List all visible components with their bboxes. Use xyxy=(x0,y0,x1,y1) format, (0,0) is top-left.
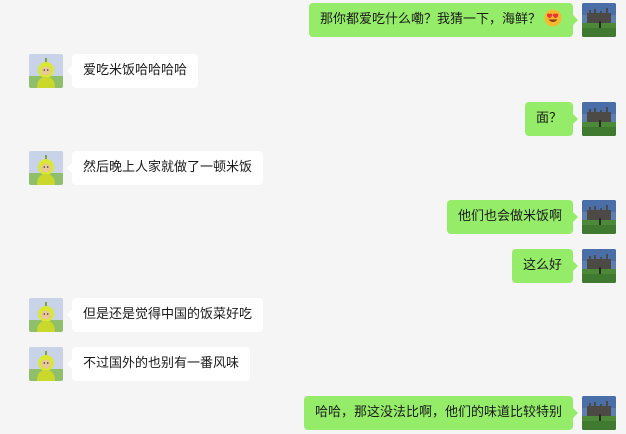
self-avatar[interactable] xyxy=(582,200,616,234)
message-text: 这么好 xyxy=(522,258,562,273)
message-row: 爱吃米饭哈哈哈哈 xyxy=(0,54,626,90)
message-row: 这么好 xyxy=(0,249,626,285)
message-bubble-self[interactable]: 他们也会做米饭啊 xyxy=(446,200,579,234)
contact-avatar[interactable] xyxy=(29,347,63,381)
message-text: 但是还是觉得中国的饭菜好吃 xyxy=(83,307,253,322)
message-row: 那你都爱吃什么嘞？我猜一下，海鲜？ xyxy=(0,3,626,39)
contact-avatar[interactable] xyxy=(29,151,63,185)
self-avatar[interactable] xyxy=(582,249,616,283)
message-row: 然后晚上人家就做了一顿米饭 xyxy=(0,151,626,187)
message-text: 哈哈，那这没法比啊，他们的味道比较特别 xyxy=(314,405,562,420)
message-text: 他们也会做米饭啊 xyxy=(457,209,562,224)
contact-avatar[interactable] xyxy=(29,54,63,88)
chat-message-area[interactable]: 那你都爱吃什么嘞？我猜一下，海鲜？ 爱吃米饭哈哈哈哈 面？ 然后晚上人家就做了一… xyxy=(0,0,626,434)
message-text: 爱吃米饭哈哈哈哈 xyxy=(83,63,188,78)
message-row: 不过国外的也别有一番风味 xyxy=(0,347,626,383)
message-row: 但是还是觉得中国的饭菜好吃 xyxy=(0,298,626,334)
message-bubble-self[interactable]: 哈哈，那这没法比啊，他们的味道比较特别 xyxy=(303,396,579,430)
message-bubble-other[interactable]: 不过国外的也别有一番风味 xyxy=(66,347,251,381)
message-bubble-other[interactable]: 爱吃米饭哈哈哈哈 xyxy=(66,54,199,88)
message-bubble-self[interactable]: 面？ xyxy=(524,102,579,136)
self-avatar[interactable] xyxy=(582,396,616,430)
message-bubble-other[interactable]: 然后晚上人家就做了一顿米饭 xyxy=(66,151,264,185)
contact-avatar[interactable] xyxy=(29,298,63,332)
message-row: 面？ xyxy=(0,102,626,138)
message-bubble-self[interactable]: 那你都爱吃什么嘞？我猜一下，海鲜？ xyxy=(308,3,579,37)
self-avatar[interactable] xyxy=(582,102,616,136)
message-row: 他们也会做米饭啊 xyxy=(0,200,626,236)
message-row: 哈哈，那这没法比啊，他们的味道比较特别 xyxy=(0,396,626,432)
message-text: 不过国外的也别有一番风味 xyxy=(83,356,240,371)
message-text: 面？ xyxy=(535,111,562,126)
message-bubble-other[interactable]: 但是还是觉得中国的饭菜好吃 xyxy=(66,298,264,332)
self-avatar[interactable] xyxy=(582,3,616,37)
message-text: 然后晚上人家就做了一顿米饭 xyxy=(83,160,253,175)
heart-eyes-emoji-icon xyxy=(544,9,562,27)
message-bubble-self[interactable]: 这么好 xyxy=(511,249,579,283)
message-text: 那你都爱吃什么嘞？我猜一下，海鲜？ xyxy=(319,12,541,27)
